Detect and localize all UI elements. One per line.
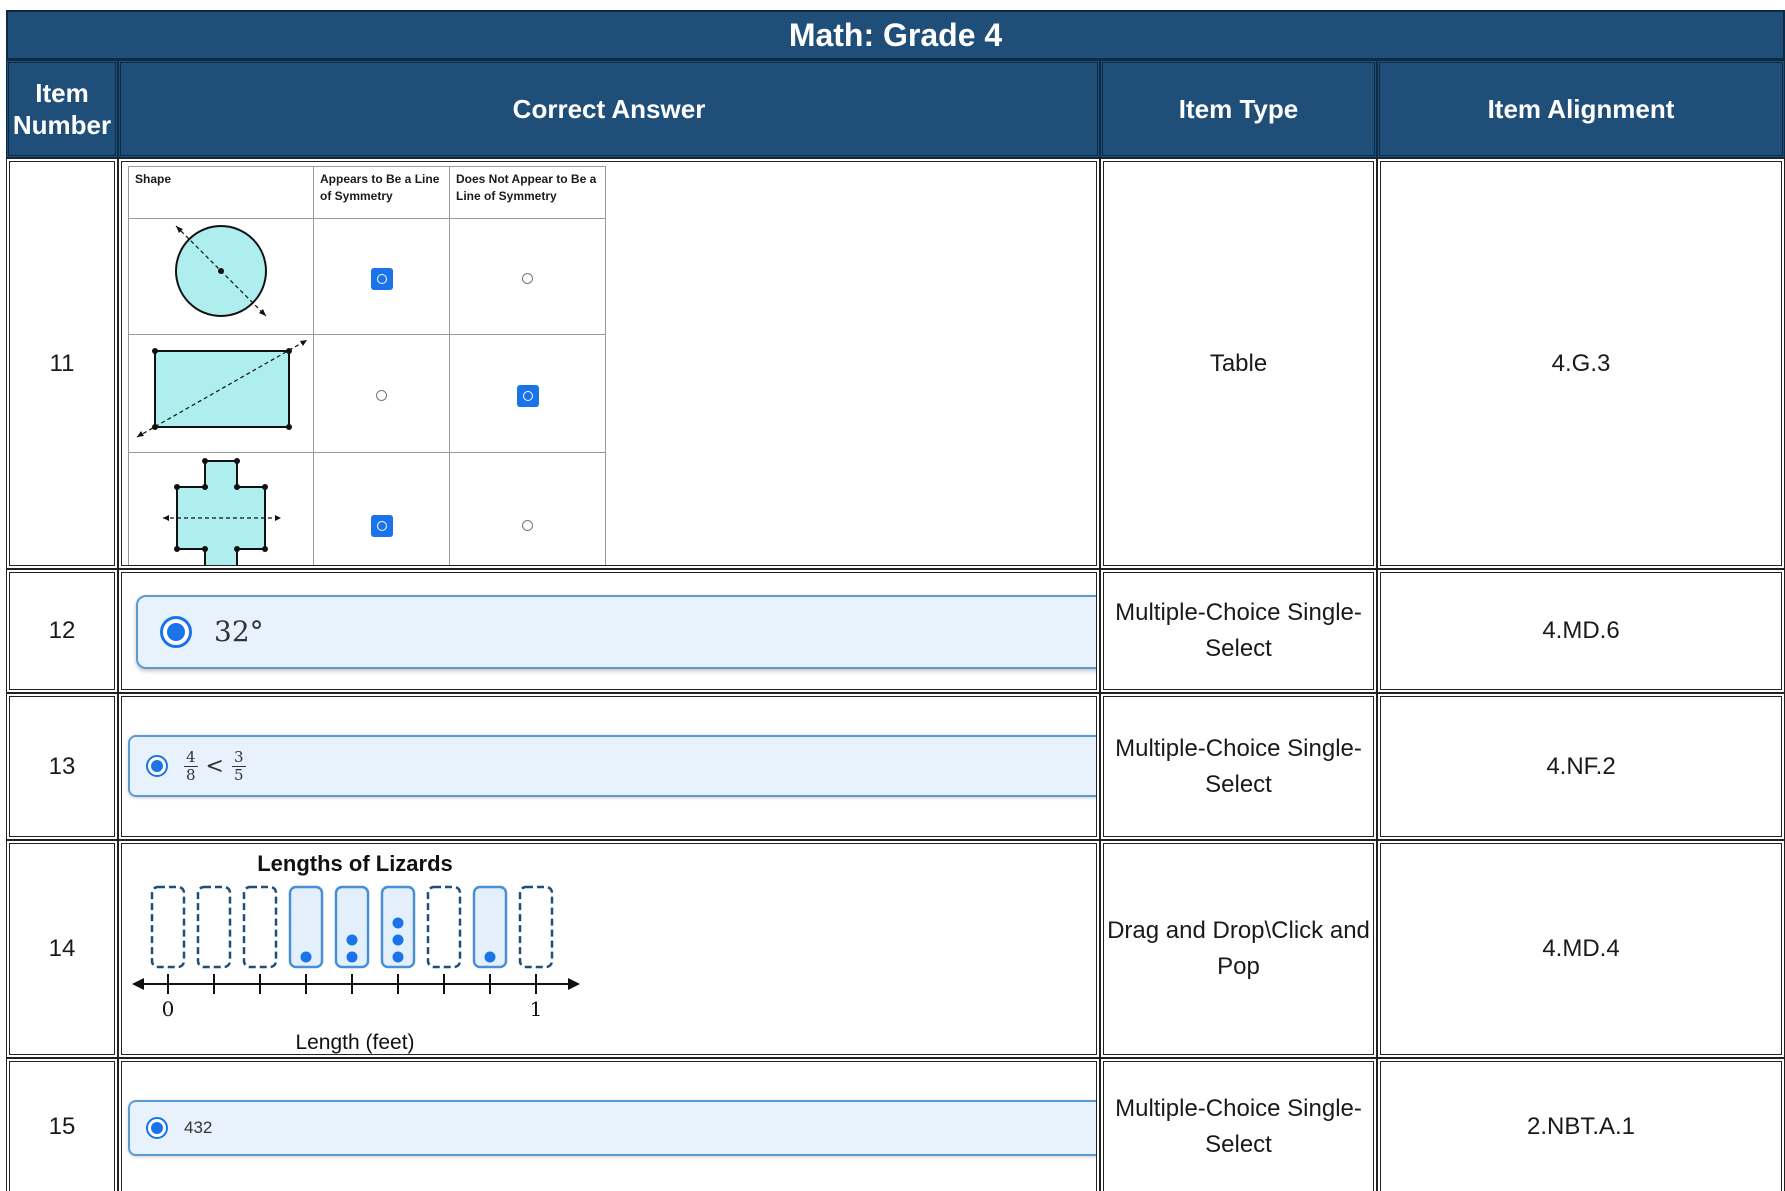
fraction-right-numerator: 3 <box>231 748 246 767</box>
line-plot: Lengths of Lizards 0 1 Length (feet) <box>132 851 580 1054</box>
row-13-number: 13 <box>6 693 118 840</box>
plot-dot <box>346 951 358 963</box>
row-12-number: 12 <box>6 569 118 693</box>
cross-not-appears-option[interactable] <box>449 452 606 565</box>
header-item-type: Item Type <box>1100 60 1377 158</box>
answer-option[interactable]: 32° <box>136 595 1096 669</box>
tick-label-start: 0 <box>162 997 175 1021</box>
header-item-alignment: Item Alignment <box>1377 60 1785 158</box>
header-correct-answer: Correct Answer <box>118 60 1100 158</box>
fraction-left: 4 8 <box>184 749 198 783</box>
tick-label-end: 1 <box>530 997 543 1021</box>
rectangle-shape <box>128 334 314 453</box>
plot-dot <box>392 951 404 963</box>
row-11-number: 11 <box>6 158 118 569</box>
symmetry-table-header-appears: Appears to Be a Line of Symmetry <box>313 166 450 219</box>
row-14-alignment: 4.MD.4 <box>1377 840 1785 1058</box>
dot-slot-8[interactable] <box>518 885 554 969</box>
symmetry-table: Shape Appears to Be a Line of Symmetry D… <box>128 166 606 565</box>
row-13-item-type: Multiple-Choice Single-Select <box>1100 693 1377 840</box>
cross-shape <box>128 452 314 565</box>
fraction-comparison: 4 8 < 3 5 <box>184 749 246 783</box>
plot-dot <box>484 951 496 963</box>
fraction-left-denominator: 8 <box>186 765 196 784</box>
number-line-right-arrow <box>568 978 580 990</box>
plot-dot <box>392 934 404 946</box>
symmetry-table-header-not-appears: Does Not Appear to Be a Line of Symmetry <box>449 166 606 219</box>
answer-value: 432 <box>184 1118 213 1138</box>
dot-slot-2[interactable] <box>242 885 278 969</box>
row-12-answer: 32° <box>118 569 1100 693</box>
selected-radio-icon <box>516 384 539 407</box>
header-item-number: Item Number <box>6 60 118 158</box>
selected-radio-icon <box>146 1117 168 1139</box>
selected-radio-icon <box>146 755 168 777</box>
plot-dot <box>346 934 358 946</box>
selected-radio-icon <box>160 616 192 648</box>
row-11-answer: Shape Appears to Be a Line of Symmetry D… <box>118 158 1100 569</box>
x-axis-label: Length (feet) <box>295 1031 414 1054</box>
answer-option[interactable]: 4 8 < 3 5 <box>128 735 1096 797</box>
unselected-radio-icon <box>522 272 533 284</box>
unselected-radio-icon <box>522 519 533 531</box>
answer-value: 32° <box>214 615 264 648</box>
comparison-operator: < <box>205 753 224 779</box>
row-15-number: 15 <box>6 1058 118 1191</box>
circle-appears-option[interactable] <box>313 218 450 335</box>
selected-radio-icon <box>370 267 393 290</box>
selected-radio-icon <box>370 514 393 537</box>
circle-shape <box>128 218 314 335</box>
row-12-alignment: 4.MD.6 <box>1377 569 1785 693</box>
cross-appears-option[interactable] <box>313 452 450 565</box>
plot-title: Lengths of Lizards <box>257 851 453 876</box>
plot-dot <box>392 917 404 929</box>
fraction-right: 3 5 <box>231 748 246 784</box>
row-12-item-type: Multiple-Choice Single-Select <box>1100 569 1377 693</box>
plot-dot <box>300 951 312 963</box>
row-15-item-type: Multiple-Choice Single-Select <box>1100 1058 1377 1191</box>
dot-slot-0[interactable] <box>150 885 186 969</box>
fraction-left-numerator: 4 <box>184 748 198 767</box>
dot-slot-1[interactable] <box>196 885 232 969</box>
answer-option[interactable]: 432 <box>128 1100 1096 1156</box>
symmetry-table-header-shape: Shape <box>128 166 314 219</box>
rectangle-appears-option[interactable] <box>313 334 450 453</box>
row-13-answer: 4 8 < 3 5 <box>118 693 1100 840</box>
row-13-alignment: 4.NF.2 <box>1377 693 1785 840</box>
row-15-alignment: 2.NBT.A.1 <box>1377 1058 1785 1191</box>
unselected-radio-icon <box>376 389 387 401</box>
rectangle-not-appears-option[interactable] <box>449 334 606 453</box>
row-14-answer: Lengths of Lizards 0 1 Length (feet) <box>118 840 1100 1058</box>
row-11-item-type: Table <box>1100 158 1377 569</box>
dot-slot-6[interactable] <box>426 885 462 969</box>
row-14-number: 14 <box>6 840 118 1058</box>
row-14-item-type: Drag and Drop\Click and Pop <box>1100 840 1377 1058</box>
number-line-left-arrow <box>132 978 144 990</box>
row-15-answer: 432 <box>118 1058 1100 1191</box>
fraction-right-denominator: 5 <box>233 765 244 784</box>
circle-not-appears-option[interactable] <box>449 218 606 335</box>
page-title: Math: Grade 4 <box>6 10 1785 60</box>
row-11-alignment: 4.G.3 <box>1377 158 1785 569</box>
